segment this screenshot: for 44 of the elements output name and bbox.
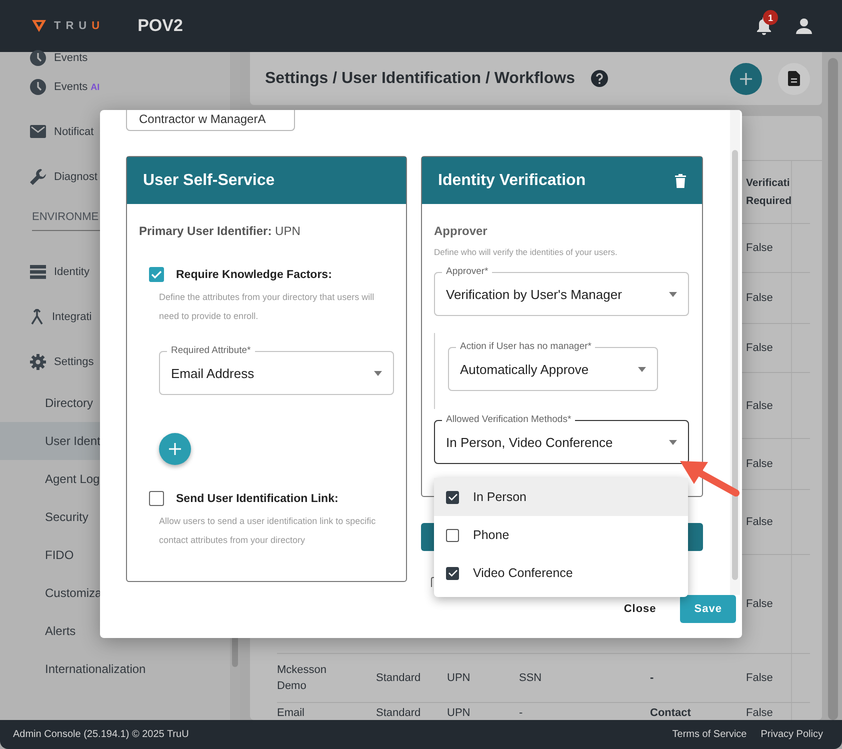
table-cell-text: - bbox=[650, 671, 654, 686]
nav-label: Settings bbox=[54, 356, 94, 368]
notification-badge: 1 bbox=[763, 10, 778, 25]
help-text: Define the attributes from your directory that users will need to provide to enroll. bbox=[159, 291, 376, 323]
table-cell-text: False bbox=[746, 706, 773, 720]
table-cell-text: False bbox=[746, 241, 773, 256]
nav-label: Events bbox=[54, 52, 88, 64]
table-cell-text: UPN bbox=[447, 706, 470, 720]
table-cell-text: Mckesson Demo bbox=[277, 663, 328, 694]
table-cell-text: Email bbox=[277, 706, 306, 720]
nav-label: Diagnost bbox=[54, 170, 98, 182]
table-cell-text: False bbox=[746, 515, 773, 530]
table-cell-text: False bbox=[746, 457, 773, 472]
table-cell-text: False bbox=[746, 398, 773, 414]
checkbox-label: Send User Identification Link: bbox=[176, 492, 338, 504]
table-cell-text: UPN bbox=[447, 671, 470, 686]
table-cell-text: False bbox=[746, 341, 773, 356]
card-title: Identity Verification bbox=[438, 172, 586, 190]
field-label: Approver* bbox=[442, 265, 492, 278]
copyright-text: Admin Console (25.194.1) © 2025 TruU bbox=[13, 729, 189, 740]
nav-label: Integrati bbox=[52, 310, 92, 322]
nav-label: Identity bbox=[54, 266, 90, 278]
table-cell-text: False bbox=[746, 291, 773, 306]
breadcrumb: Settings / User Identification / Workflows bbox=[265, 70, 575, 88]
nav-label: Events bbox=[54, 80, 88, 92]
field-label: Required Attribute* bbox=[167, 344, 255, 357]
table-cell-text: Standard bbox=[376, 706, 421, 720]
ai-label: AI bbox=[90, 82, 100, 92]
help-text: Define who will verify the identities of your users. bbox=[434, 246, 618, 259]
table-cell-text: Standard bbox=[376, 671, 421, 686]
app-title: POV2 bbox=[138, 16, 183, 36]
table-cell-text: False bbox=[746, 671, 773, 686]
nav-label: Notificat bbox=[54, 126, 94, 138]
field-label: Action if User has no manager* bbox=[456, 340, 596, 353]
section-title: Approver bbox=[434, 224, 488, 238]
checkbox-label: Require Knowledge Factors: bbox=[176, 268, 332, 280]
help-text: Allow users to send a user identification link to specific contact attributes from your directory bbox=[159, 515, 377, 547]
logo-text: TRU U bbox=[54, 20, 105, 32]
table-cell-text: False bbox=[746, 597, 773, 612]
table-cell-text: SSN bbox=[519, 671, 542, 686]
card-title: User Self-Service bbox=[143, 172, 275, 190]
table-cell-text: Contact bbox=[650, 706, 691, 720]
column-header: Verificati Required bbox=[746, 176, 792, 209]
table-cell-text: - bbox=[519, 706, 523, 720]
